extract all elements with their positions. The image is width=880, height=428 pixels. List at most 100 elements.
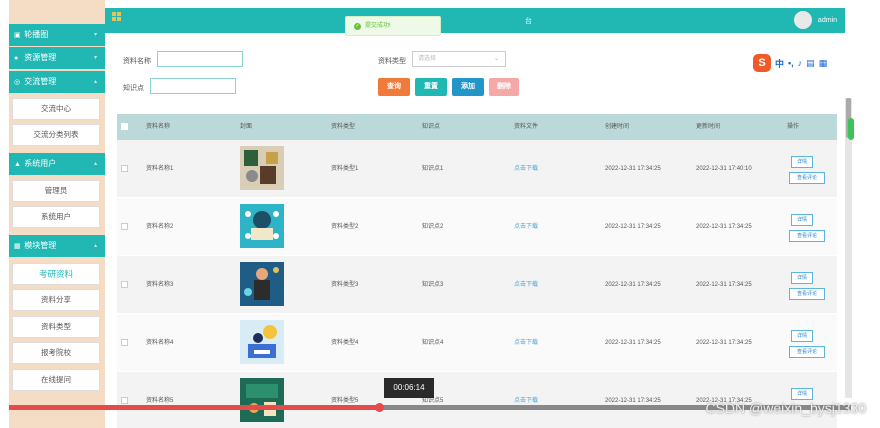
- sidebar-item-users[interactable]: 系统用户: [12, 206, 100, 228]
- vertical-scrollbar[interactable]: [845, 98, 852, 398]
- row-type: 资料类型5: [331, 398, 359, 404]
- download-link[interactable]: 点击下载: [514, 140, 538, 198]
- row-checkbox[interactable]: [121, 339, 128, 346]
- table-row: 资料名称1 资料类型1 知识点1 点击下载 2022-12-31 17:34:2…: [117, 140, 837, 198]
- toast-text: 提交成功!: [365, 23, 391, 29]
- column-header: 封面: [240, 124, 253, 130]
- view-comments-button[interactable]: 查看评论: [789, 288, 825, 300]
- system-title: 台: [525, 18, 532, 25]
- success-toast: ✓ 提交成功!: [345, 16, 441, 36]
- sidebar-item-exchange-center[interactable]: 交流中心: [12, 98, 100, 120]
- chat-icon: ◎: [14, 79, 21, 86]
- row-created: 2022-12-31 17:34:25: [605, 340, 661, 346]
- sidebar-item-questions[interactable]: 在线提问: [12, 369, 100, 391]
- sidebar-item-admins[interactable]: 管理员: [12, 180, 100, 202]
- user-menu[interactable]: admin: [793, 11, 837, 29]
- sidebar-menu-system-users[interactable]: ▲ 系统用户 ▴: [9, 153, 105, 175]
- row-name: 资料名称1: [146, 166, 174, 172]
- row-checkbox[interactable]: [121, 397, 128, 404]
- folder-icon: ●: [14, 55, 19, 62]
- detail-button[interactable]: 详情: [791, 156, 813, 168]
- column-header: 更新时间: [696, 124, 721, 130]
- download-link[interactable]: 点击下载: [514, 256, 538, 314]
- image-icon: ▣: [14, 32, 21, 39]
- username: admin: [817, 16, 837, 24]
- menu-grid-icon: ▦: [818, 57, 828, 68]
- column-header: 资料类型: [331, 124, 356, 130]
- column-header: 操作: [787, 124, 800, 130]
- sidebar: ▣ 轮播图 ▾ ● 资源管理 ▾ ◎ 交流管理 ▴ 交流中心 交流分类列表 ▲ 系统用…: [9, 0, 105, 428]
- row-created: 2022-12-31 17:34:25: [605, 224, 661, 230]
- type-label: 资料类型: [378, 58, 406, 65]
- download-link[interactable]: 点击下载: [514, 372, 538, 428]
- query-button[interactable]: 查询: [378, 78, 410, 96]
- module-icon: ▦: [14, 243, 21, 250]
- delete-button[interactable]: 删除: [489, 78, 519, 96]
- chevron-up-icon: ▴: [93, 161, 97, 167]
- sidebar-menu-modules[interactable]: ▦ 模块管理 ▴: [9, 235, 105, 257]
- row-checkbox[interactable]: [121, 281, 128, 288]
- keyboard-icon: ▤: [806, 57, 815, 68]
- add-button[interactable]: 添加: [452, 78, 484, 96]
- reset-button[interactable]: 重置: [415, 78, 447, 96]
- view-comments-button[interactable]: 查看评论: [789, 230, 825, 242]
- row-name: 资料名称2: [146, 224, 174, 230]
- column-header: 资料名称: [146, 124, 171, 130]
- check-circle-icon: ✓: [354, 23, 361, 30]
- row-checkbox[interactable]: [121, 223, 128, 230]
- sidebar-item-exchange-categories[interactable]: 交流分类列表: [12, 124, 100, 146]
- name-input[interactable]: [157, 51, 243, 67]
- sidebar-item-schools[interactable]: 报考院校: [12, 342, 100, 364]
- view-comments-button[interactable]: 查看评论: [789, 172, 825, 184]
- view-comments-button[interactable]: 查看评论: [789, 346, 825, 358]
- knowledge-input[interactable]: [150, 78, 236, 94]
- user-icon: ▲: [14, 161, 21, 168]
- sidebar-menu-label: 系统用户: [24, 159, 57, 168]
- sidebar-item-material-share[interactable]: 资料分享: [12, 289, 100, 311]
- row-name: 资料名称5: [146, 398, 174, 404]
- ime-lang: 中: [775, 58, 785, 69]
- sidebar-menu-exchange[interactable]: ◎ 交流管理 ▴: [9, 71, 105, 93]
- cover-image: [240, 262, 284, 306]
- sidebar-menu-carousel[interactable]: ▣ 轮播图 ▾: [9, 24, 105, 46]
- table-row: 资料名称3 资料类型3 知识点3 点击下载 2022-12-31 17:34:2…: [117, 256, 837, 314]
- sidebar-menu-label: 轮播图: [24, 30, 49, 39]
- sidebar-menu-resources[interactable]: ● 资源管理 ▾: [9, 47, 105, 69]
- row-knowledge: 知识点1: [422, 166, 444, 172]
- download-link[interactable]: 点击下载: [514, 198, 538, 256]
- row-type: 资料类型1: [331, 166, 359, 172]
- row-knowledge: 知识点2: [422, 224, 444, 230]
- side-widget-tab[interactable]: [848, 118, 854, 140]
- select-all-checkbox[interactable]: [121, 123, 128, 130]
- cover-image: [240, 146, 284, 190]
- column-header: 创建时间: [605, 124, 630, 130]
- row-updated: 2022-12-31 17:34:25: [696, 340, 752, 346]
- row-created: 2022-12-31 17:34:25: [605, 282, 661, 288]
- sidebar-menu-label: 模块管理: [24, 241, 57, 250]
- detail-button[interactable]: 详情: [791, 388, 813, 400]
- ime-toolbar[interactable]: S 中 •, ♪ ▤ ▦: [753, 52, 851, 74]
- detail-button[interactable]: 详情: [791, 214, 813, 226]
- table-row: 资料名称2 资料类型2 知识点2 点击下载 2022-12-31 17:34:2…: [117, 198, 837, 256]
- chevron-down-icon: ▾: [93, 32, 97, 38]
- column-header: 知识点: [422, 124, 441, 130]
- punctuation-icon: •,: [788, 58, 794, 68]
- type-placeholder: 请选择: [418, 56, 437, 62]
- grid-logo-icon[interactable]: [112, 12, 121, 21]
- name-label: 资料名称: [123, 58, 151, 65]
- sidebar-item-material-types[interactable]: 资料类型: [12, 316, 100, 338]
- row-checkbox[interactable]: [121, 165, 128, 172]
- column-header: 资料文件: [514, 124, 539, 130]
- sidebar-item-study-materials[interactable]: 考研资料: [12, 263, 100, 285]
- download-link[interactable]: 点击下载: [514, 314, 538, 372]
- row-name: 资料名称3: [146, 282, 174, 288]
- knowledge-label: 知识点: [123, 85, 144, 92]
- detail-button[interactable]: 详情: [791, 330, 813, 342]
- row-created: 2022-12-31 17:34:25: [605, 398, 661, 404]
- materials-table: 资料名称 封面 资料类型 知识点 资料文件 创建时间 更新时间 操作 资料名称1…: [117, 114, 837, 428]
- detail-button[interactable]: 详情: [791, 272, 813, 284]
- row-knowledge: 知识点3: [422, 282, 444, 288]
- type-select[interactable]: 请选择 ⌄: [412, 51, 506, 67]
- row-type: 资料类型2: [331, 224, 359, 230]
- row-knowledge: 知识点4: [422, 340, 444, 346]
